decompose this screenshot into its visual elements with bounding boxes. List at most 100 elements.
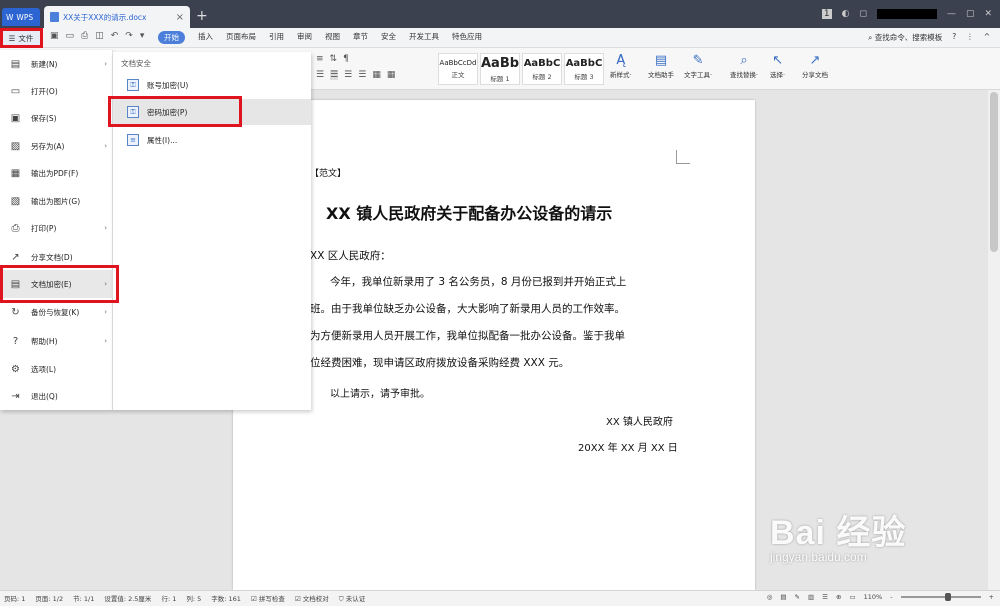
zoom-slider-thumb[interactable] — [944, 593, 951, 601]
submenu-arrow-icon: › — [104, 224, 107, 232]
doc-proofread[interactable]: ☑ 文档校对 — [295, 593, 329, 604]
focus-icon[interactable]: ◎ — [767, 593, 773, 601]
menu-item-label: 退出(Q) — [31, 391, 58, 401]
number-badge-icon[interactable]: 1 — [821, 9, 832, 19]
message-icon[interactable]: ◻ — [859, 9, 866, 19]
paragraph-tools: ☰ ☰ ☰ ☰ ▦ ▦ — [316, 70, 395, 80]
align-justify-icon[interactable]: ☰ — [330, 70, 339, 80]
tab-review[interactable]: 审阅 — [297, 31, 312, 44]
command-search[interactable]: ⌕ 查找命令、搜索模板 — [868, 32, 942, 43]
menu-item-save[interactable]: ▣ 保存(S) — [0, 104, 113, 132]
maximize-icon[interactable]: ▢ — [966, 9, 975, 19]
collapse-ribbon-icon[interactable]: ^ — [984, 32, 990, 43]
watermark-brand: Bai 经验 — [770, 514, 907, 552]
style-heading-2[interactable]: AaBbC 标题 2 — [522, 53, 562, 85]
status-bar: 页码: 1 页面: 1/2 节: 1/1 设置值: 2.5厘米 行: 1 列: … — [0, 590, 1000, 606]
new-style-button[interactable]: Ą 新样式· — [610, 53, 632, 79]
customize-icon[interactable]: ▾ — [140, 31, 145, 41]
menu-item-open[interactable]: ▭ 打开(O) — [0, 77, 113, 105]
align-left-icon[interactable]: ☰ — [316, 70, 324, 80]
status-page-number[interactable]: 页码: 1 — [4, 593, 25, 604]
zoom-out-button[interactable]: - — [890, 593, 892, 601]
window-close-icon[interactable]: ✕ — [984, 9, 992, 19]
style-heading-1[interactable]: AaBb 标题 1 — [480, 53, 520, 85]
style-normal[interactable]: AaBbCcDd 正文 — [438, 53, 478, 85]
layout-icon[interactable]: ▤ — [780, 593, 786, 601]
scroll-thumb[interactable] — [990, 92, 998, 252]
help-icon[interactable]: ? — [952, 32, 956, 43]
submenu-item-account-encrypt[interactable]: ⚿ 账号加密(U) — [113, 72, 311, 98]
select-button[interactable]: ↖ 选择· — [770, 53, 785, 79]
menu-item-print[interactable]: ⎙ 打印(P) › — [0, 214, 113, 242]
open-icon[interactable]: ▭ — [66, 31, 75, 41]
new-tab-button[interactable]: + — [196, 8, 208, 24]
tab-features[interactable]: 特色应用 — [452, 31, 482, 44]
menu-item-help[interactable]: ? 帮助(H) › — [0, 327, 113, 355]
menu-item-new[interactable]: ▤ 新建(N) › — [0, 50, 113, 78]
outline-icon[interactable]: ☰ — [822, 593, 828, 601]
tab-insert[interactable]: 插入 — [198, 31, 213, 44]
edit-icon[interactable]: ✎ — [795, 593, 800, 601]
submenu-item-properties[interactable]: ≡ 属性(I)... — [113, 127, 311, 153]
menu-item-save-as[interactable]: ▨ 另存为(A) › — [0, 132, 113, 160]
document-tab-label: XX关于XXX的请示.docx — [63, 12, 147, 22]
find-replace-button[interactable]: ⌕ 查找替换· — [730, 53, 758, 79]
doc-closing: 以上请示，请予审批。 — [330, 389, 430, 400]
distribute-icon[interactable]: ☰ — [358, 70, 366, 80]
skin-icon[interactable]: ◐ — [842, 9, 850, 19]
tab-home[interactable]: 开始 — [158, 31, 185, 44]
status-word-count[interactable]: 字数: 161 — [211, 593, 241, 604]
zoom-in-button[interactable]: + — [989, 593, 994, 601]
menu-item-export-image[interactable]: ▧ 输出为图片(G) — [0, 187, 113, 215]
minimize-icon[interactable]: — — [947, 9, 956, 19]
tab-page-layout[interactable]: 页面布局 — [226, 31, 256, 44]
share-doc-button[interactable]: ↗ 分享文档 — [802, 53, 828, 79]
close-tab-icon[interactable]: × — [176, 12, 184, 23]
tab-view[interactable]: 视图 — [325, 31, 340, 44]
tab-references[interactable]: 引用 — [269, 31, 284, 44]
document-tab[interactable]: XX关于XXX的请示.docx × — [44, 6, 190, 28]
tab-section[interactable]: 章节 — [353, 31, 368, 44]
tabs-right-area: ⌕ 查找命令、搜索模板 ? ⋮ ^ — [868, 32, 990, 43]
wps-app-tab[interactable]: W WPS — [2, 8, 40, 26]
page-view-icon[interactable]: ▥ — [808, 593, 814, 601]
user-avatar[interactable] — [876, 9, 937, 19]
zoom-level[interactable]: 110% — [864, 593, 883, 601]
menu-item-exit[interactable]: ⇥ 退出(Q) — [0, 382, 113, 410]
read-mode-icon[interactable]: ▭ — [849, 593, 855, 601]
window-controls: 1 ◐ ◻ — ▢ ✕ — [821, 0, 1000, 28]
status-row[interactable]: 行: 1 — [161, 593, 176, 604]
zoom-slider[interactable] — [900, 593, 981, 601]
highlight-password-encrypt — [108, 96, 242, 127]
show-marks-icon[interactable]: ¶ — [343, 54, 349, 64]
shading-icon[interactable]: ▦ — [372, 70, 381, 80]
status-column[interactable]: 列: 5 — [186, 593, 201, 604]
menu-item-options[interactable]: ⚙ 选项(L) — [0, 355, 113, 383]
vertical-scrollbar[interactable] — [988, 90, 1000, 590]
align-right-icon[interactable]: ☰ — [344, 70, 352, 80]
style-heading-3[interactable]: AaBbC 标题 3 — [564, 53, 604, 85]
tab-developer[interactable]: 开发工具 — [409, 31, 439, 44]
line-spacing-icon[interactable]: ≡ — [316, 54, 324, 64]
print-preview-icon[interactable]: ◫ — [95, 31, 104, 41]
save-icon[interactable]: ▣ — [50, 31, 59, 41]
more-icon[interactable]: ⋮ — [966, 32, 974, 43]
redo-icon[interactable]: ↷ — [125, 31, 133, 41]
doc-helper-button[interactable]: ▤ 文档助手 — [648, 53, 674, 79]
save-as-icon: ▨ — [10, 140, 21, 152]
print-icon[interactable]: ⎙ — [81, 31, 88, 41]
sort-icon[interactable]: ⇅ — [330, 54, 338, 64]
tab-security[interactable]: 安全 — [381, 31, 396, 44]
undo-icon[interactable]: ↶ — [111, 31, 119, 41]
doc-date: 20XX 年 XX 月 XX 日 — [578, 443, 678, 454]
menu-item-export-pdf[interactable]: ▦ 输出为PDF(F) — [0, 159, 113, 187]
web-view-icon[interactable]: ⊕ — [836, 593, 841, 601]
text-tools-button[interactable]: ✎ 文字工具· — [684, 53, 712, 79]
spell-check[interactable]: ☑ 拼写检查 — [251, 593, 285, 604]
status-pages[interactable]: 页面: 1/2 — [35, 593, 63, 604]
backup-icon: ↻ — [11, 306, 20, 318]
status-setting[interactable]: 设置值: 2.5厘米 — [104, 593, 151, 604]
status-section[interactable]: 节: 1/1 — [73, 593, 94, 604]
borders-icon[interactable]: ▦ — [387, 70, 396, 80]
verification-status[interactable]: ⛉ 未认证 — [339, 593, 365, 604]
